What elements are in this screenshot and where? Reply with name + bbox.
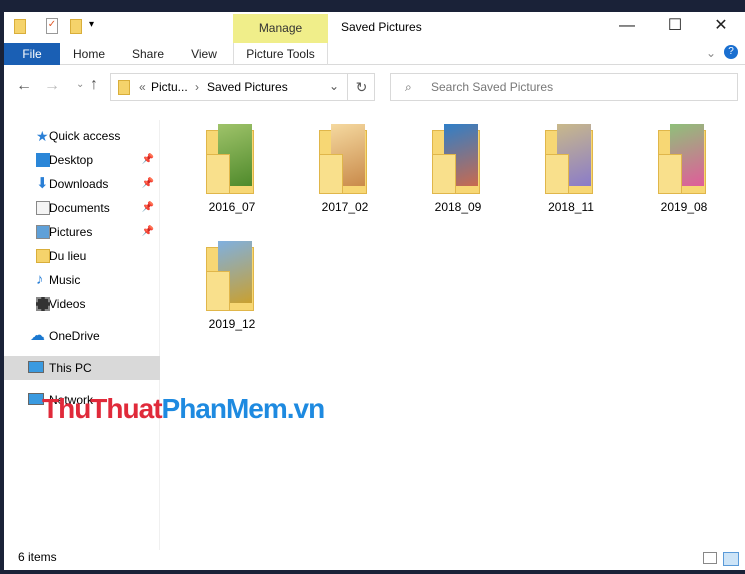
folder-item[interactable]: 2019_12 [182, 241, 282, 331]
music-icon: ♪ [36, 271, 44, 288]
sidebar-item-onedrive[interactable]: ☁ OneDrive [4, 324, 160, 348]
folder-item[interactable]: 2016_07 [182, 124, 282, 214]
sidebar-item-label: Pictures [49, 225, 93, 239]
folder-thumbnail-icon [545, 124, 597, 194]
tab-view[interactable]: View [182, 43, 226, 65]
window-title: Saved Pictures [341, 20, 422, 34]
sidebar-item-label: Videos [49, 297, 86, 311]
sidebar-item-quick-access[interactable]: ★ Quick access [4, 124, 160, 148]
tab-share[interactable]: Share [124, 43, 172, 65]
sidebar-item-label: Music [49, 273, 81, 287]
computer-icon [28, 361, 44, 373]
explorer-window: ✓ ▾ Manage Saved Pictures — ☐ ✕ File Hom… [4, 12, 745, 570]
details-view-button[interactable] [703, 552, 717, 564]
sidebar-item-du-lieu[interactable]: Du lieu [4, 244, 160, 268]
sidebar-item-label: Desktop [49, 153, 94, 167]
sidebar-item-label: Downloads [49, 177, 109, 191]
status-item-count: 6 items [18, 550, 57, 564]
folder-thumbnail-icon [319, 124, 371, 194]
breadcrumb-pictures[interactable]: Pictu... [151, 80, 188, 94]
pin-icon: 📌 [141, 178, 154, 189]
properties-icon[interactable]: ✓ [46, 18, 58, 34]
folder-item[interactable]: 2018_09 [408, 124, 508, 214]
folder-name: 2019_08 [660, 200, 708, 214]
sidebar-item-label: Documents [49, 201, 110, 215]
documents-icon [36, 201, 50, 215]
folder-icon [36, 249, 50, 263]
navigation-pane: ★ Quick access Desktop 📌 ⬇ Downloads 📌 Docum… [4, 120, 160, 550]
search-input[interactable]: ⌕ Search Saved Pictures [390, 73, 738, 101]
back-button[interactable]: ← [16, 77, 32, 95]
sidebar-item-pictures[interactable]: Pictures 📌 [4, 220, 160, 244]
sidebar-item-music[interactable]: ♪ Music [4, 268, 160, 292]
sidebar-item-videos[interactable]: Videos [4, 292, 160, 316]
download-icon: ⬇ [36, 175, 49, 192]
new-folder-icon[interactable] [70, 19, 82, 34]
sidebar-item-label: Du lieu [49, 249, 87, 263]
maximize-button[interactable]: ☐ [652, 12, 698, 42]
minimize-button[interactable]: — [604, 12, 650, 42]
pin-icon: 📌 [141, 154, 154, 165]
tab-home[interactable]: Home [64, 43, 114, 65]
expand-ribbon-icon[interactable]: ⌄ [706, 46, 716, 60]
sidebar-item-documents[interactable]: Documents 📌 [4, 196, 160, 220]
cloud-icon: ☁ [30, 327, 45, 344]
breadcrumb-overflow[interactable]: « [139, 80, 146, 94]
sidebar-item-this-pc[interactable]: This PC [4, 356, 160, 380]
folder-item[interactable]: 2019_08 [634, 124, 734, 214]
address-dropdown-icon[interactable]: ⌄ [329, 79, 339, 93]
quick-access-toolbar: ✓ ▾ Manage Saved Pictures — ☐ ✕ [4, 12, 745, 43]
pin-icon: 📌 [141, 226, 154, 237]
folder-thumbnail-icon [432, 124, 484, 194]
folder-item[interactable]: 2017_02 [295, 124, 395, 214]
tab-file[interactable]: File [4, 43, 60, 65]
pin-icon: 📌 [141, 202, 154, 213]
navigation-bar: ← → ⌄ ↑ « Pictu... › Saved Pictures ⌄ ↻ … [4, 72, 745, 102]
desktop-icon [36, 153, 50, 167]
address-bar[interactable]: « Pictu... › Saved Pictures ⌄ ↻ [110, 73, 375, 101]
folder-icon [118, 80, 130, 95]
help-icon[interactable]: ? [724, 45, 738, 59]
close-button[interactable]: ✕ [698, 12, 744, 42]
up-button[interactable]: ↑ [90, 76, 98, 94]
watermark-blue: PhanMem.vn [161, 393, 326, 424]
ribbon-tabs: File Home Share View Picture Tools ⌄ ? [4, 43, 745, 65]
sidebar-item-downloads[interactable]: ⬇ Downloads 📌 [4, 172, 160, 196]
folder-name: 2018_09 [434, 200, 482, 214]
breadcrumb-separator-icon: › [195, 80, 199, 94]
star-icon: ★ [36, 128, 49, 144]
folder-icon[interactable] [14, 19, 26, 34]
sidebar-item-desktop[interactable]: Desktop 📌 [4, 148, 160, 172]
tab-picture-tools[interactable]: Picture Tools [233, 43, 328, 65]
folder-thumbnail-icon [206, 124, 258, 194]
pictures-icon [36, 225, 50, 239]
recent-locations-button[interactable]: ⌄ [76, 79, 84, 90]
videos-icon [36, 297, 50, 311]
sidebar-item-label: Quick access [49, 129, 121, 143]
refresh-button[interactable]: ↻ [347, 73, 375, 101]
large-icons-view-button[interactable] [723, 552, 739, 566]
folder-name: 2016_07 [208, 200, 256, 214]
folder-name: 2019_12 [208, 317, 256, 331]
forward-button[interactable]: → [44, 77, 60, 95]
folder-name: 2017_02 [321, 200, 369, 214]
folder-thumbnail-icon [206, 241, 258, 311]
folder-name: 2018_11 [548, 200, 594, 214]
search-placeholder: Search Saved Pictures [431, 80, 554, 94]
manage-context-tab[interactable]: Manage [233, 14, 328, 43]
watermark: ThuThuatPhanMem.vn [42, 393, 326, 425]
folder-thumbnail-icon [658, 124, 710, 194]
folder-item[interactable]: 2018_11 [521, 124, 621, 214]
breadcrumb-saved-pictures[interactable]: Saved Pictures [207, 80, 288, 94]
search-icon: ⌕ [405, 80, 412, 94]
customize-qat-icon[interactable]: ▾ [89, 19, 94, 30]
watermark-red: ThuThuat [42, 393, 163, 424]
sidebar-item-label: OneDrive [49, 329, 100, 343]
sidebar-item-label: This PC [49, 361, 92, 375]
